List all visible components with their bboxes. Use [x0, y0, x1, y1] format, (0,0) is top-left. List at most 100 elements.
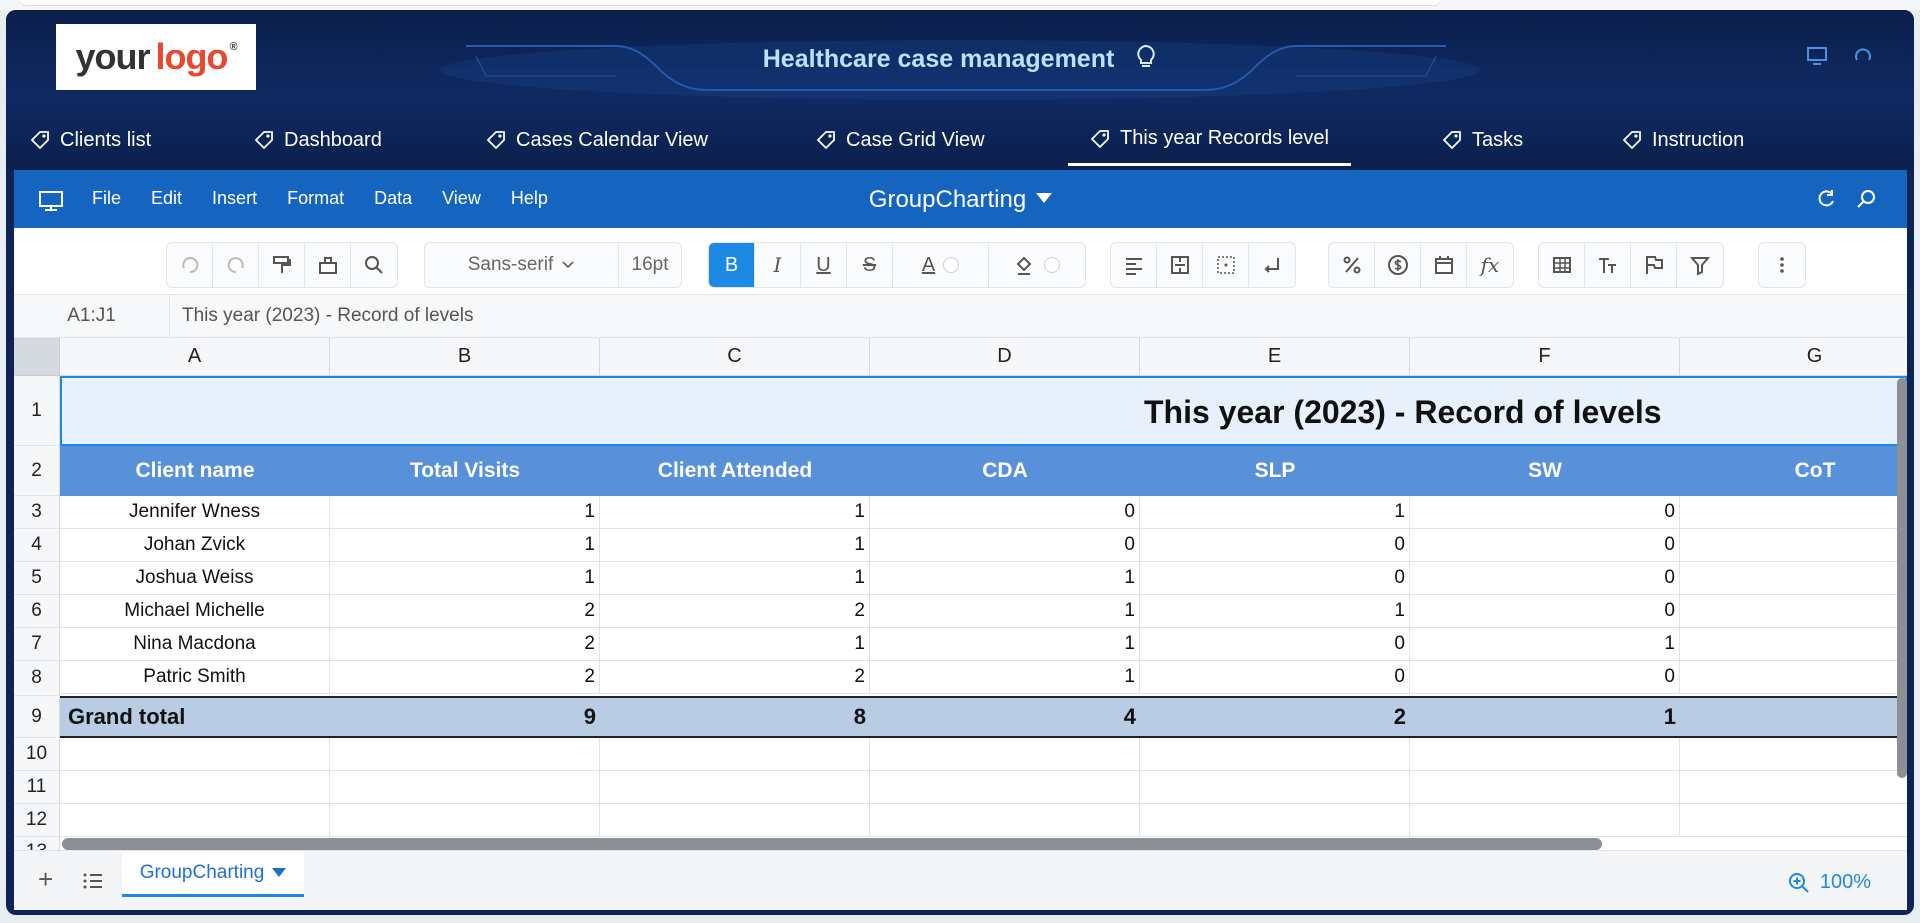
refresh-icon[interactable]	[1852, 46, 1874, 66]
table-cell[interactable]: 1	[870, 661, 1140, 694]
table-cell[interactable]	[1140, 738, 1410, 771]
table-cell[interactable]	[600, 738, 870, 771]
table-cell[interactable]	[1680, 595, 1907, 628]
row-header[interactable]: 7	[14, 628, 60, 661]
more-vertical-icon[interactable]	[1759, 243, 1805, 287]
sheet-tab-groupcharting[interactable]: GroupCharting	[122, 851, 304, 897]
nav-item-case-grid-view[interactable]: Case Grid View	[816, 114, 985, 166]
borders-icon[interactable]	[1203, 243, 1249, 287]
grand-total-cell[interactable]: 1	[1410, 696, 1680, 738]
add-sheet-icon[interactable]: +	[38, 866, 53, 892]
table-cell[interactable]: 0	[1410, 661, 1680, 694]
table-cell[interactable]	[870, 738, 1140, 771]
row-header[interactable]: 10	[14, 738, 60, 771]
column-header-d[interactable]: D	[870, 338, 1140, 376]
row-header[interactable]: 2	[14, 446, 60, 496]
flag-icon[interactable]	[1631, 243, 1677, 287]
table-cell[interactable]: 1	[1140, 595, 1410, 628]
column-header-e[interactable]: E	[1140, 338, 1410, 376]
column-header-g[interactable]: G	[1680, 338, 1907, 376]
currency-icon[interactable]	[1375, 243, 1421, 287]
table-cell[interactable]: 2	[330, 628, 600, 661]
strikethrough-button[interactable]: S	[847, 243, 893, 287]
header-cell[interactable]: CoT	[1680, 446, 1907, 496]
table-cell[interactable]	[330, 804, 600, 837]
table-cell[interactable]	[1680, 496, 1907, 529]
table-cell[interactable]: 1	[1410, 628, 1680, 661]
table-cell[interactable]: 0	[1140, 562, 1410, 595]
table-cell[interactable]	[1680, 804, 1907, 837]
table-cell[interactable]	[1680, 661, 1907, 694]
header-cell[interactable]: Total Visits	[330, 446, 600, 496]
table-cell[interactable]: 1	[330, 496, 600, 529]
table-cell[interactable]: 0	[1410, 496, 1680, 529]
font-family-select[interactable]: Sans-serif	[425, 243, 619, 287]
table-cell[interactable]: 1	[600, 529, 870, 562]
table-cell[interactable]	[600, 804, 870, 837]
select-all-corner[interactable]	[14, 338, 60, 376]
table-cell[interactable]	[330, 738, 600, 771]
table-cell[interactable]: 2	[600, 595, 870, 628]
nav-item-cases-calendar-view[interactable]: Cases Calendar View	[486, 114, 708, 166]
column-header-f[interactable]: F	[1410, 338, 1680, 376]
function-icon[interactable]: fx	[1467, 243, 1513, 287]
text-color-button[interactable]: A	[893, 243, 989, 287]
table-cell[interactable]	[1680, 628, 1907, 661]
header-cell[interactable]: SW	[1410, 446, 1680, 496]
column-header-a[interactable]: A	[60, 338, 330, 376]
table-cell[interactable]: Jennifer Wness	[60, 496, 330, 529]
nav-item-tasks[interactable]: Tasks	[1442, 114, 1523, 166]
monitor-icon[interactable]	[1806, 46, 1828, 66]
bold-button[interactable]: B	[709, 243, 755, 287]
table-cell[interactable]: Johan Zvick	[60, 529, 330, 562]
nav-item-dashboard[interactable]: Dashboard	[254, 114, 382, 166]
header-cell[interactable]: Client Attended	[600, 446, 870, 496]
nav-item-this-year-records-level[interactable]: This year Records level	[1068, 114, 1351, 166]
table-cell[interactable]: 1	[330, 562, 600, 595]
cell-reference-box[interactable]: A1:J1	[14, 295, 170, 337]
font-size-select[interactable]: 16pt	[619, 243, 681, 287]
nav-item-instruction[interactable]: Instruction	[1622, 114, 1744, 166]
clear-format-icon[interactable]	[305, 243, 351, 287]
table-cell[interactable]	[1410, 771, 1680, 804]
horizontal-scrollbar[interactable]	[62, 838, 1602, 850]
grand-total-label[interactable]: Grand total	[64, 696, 330, 738]
table-cell[interactable]	[1680, 738, 1907, 771]
redo-icon[interactable]	[213, 243, 259, 287]
merge-cells-icon[interactable]	[1157, 243, 1203, 287]
table-cell[interactable]: 2	[600, 661, 870, 694]
document-title[interactable]: GroupCharting	[14, 186, 1907, 214]
row-header[interactable]: 8	[14, 661, 60, 696]
table-cell[interactable]: 1	[870, 595, 1140, 628]
sheet-list-icon[interactable]	[82, 871, 104, 891]
table-cell[interactable]	[1680, 562, 1907, 595]
table-cell[interactable]	[1680, 529, 1907, 562]
table-cell[interactable]: 0	[1140, 661, 1410, 694]
table-cell[interactable]: 0	[1410, 562, 1680, 595]
table-cell[interactable]: 1	[600, 562, 870, 595]
table-cell[interactable]	[1140, 771, 1410, 804]
table-cell[interactable]: 1	[600, 628, 870, 661]
filter-icon[interactable]	[1677, 243, 1723, 287]
row-header[interactable]: 6	[14, 595, 60, 628]
italic-button[interactable]: I	[755, 243, 801, 287]
table-cell[interactable]: Michael Michelle	[60, 595, 330, 628]
table-cell[interactable]	[60, 738, 330, 771]
align-left-icon[interactable]	[1111, 243, 1157, 287]
row-header[interactable]: 13	[14, 837, 60, 850]
row-header[interactable]: 9	[14, 696, 60, 738]
text-size-icon[interactable]	[1585, 243, 1631, 287]
table-cell[interactable]: 0	[1140, 529, 1410, 562]
grand-total-cell[interactable]: 4	[870, 696, 1140, 738]
table-cell[interactable]: 0	[1140, 628, 1410, 661]
table-cell[interactable]	[1680, 771, 1907, 804]
row-header[interactable]: 11	[14, 771, 60, 804]
formula-input[interactable]: This year (2023) - Record of levels	[182, 305, 473, 327]
column-header-b[interactable]: B	[330, 338, 600, 376]
address-bar[interactable]	[20, 0, 1440, 6]
table-cell[interactable]: 0	[1410, 529, 1680, 562]
table-cell[interactable]	[60, 804, 330, 837]
table-cell[interactable]: 1	[600, 496, 870, 529]
table-cell[interactable]	[1410, 738, 1680, 771]
percent-icon[interactable]	[1329, 243, 1375, 287]
